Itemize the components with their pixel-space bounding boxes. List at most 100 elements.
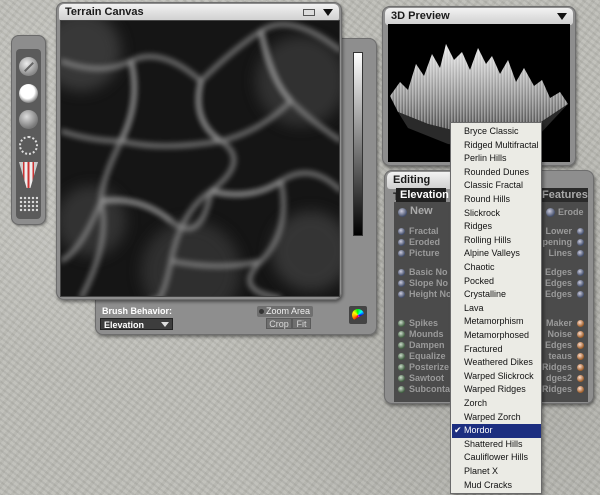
elevation-tool-left-10[interactable]: Posterize xyxy=(409,362,449,373)
chevron-down-icon xyxy=(161,322,169,327)
tool-bullet-icon xyxy=(577,228,584,235)
tool-bullet-icon xyxy=(398,250,405,257)
elevation-tool-left-11[interactable]: Sawtoot xyxy=(409,373,444,384)
elevation-tool-right-6[interactable]: Maker xyxy=(546,318,572,329)
tool-bullet-icon xyxy=(577,250,584,257)
elevation-tool-left-12[interactable]: Subconta xyxy=(409,384,450,395)
elevation-tool-left-7[interactable]: Mounds xyxy=(409,329,444,340)
brush-behavior-select[interactable]: Elevation xyxy=(100,318,173,330)
fit-button[interactable]: Fit xyxy=(292,318,311,329)
tool-bullet-icon xyxy=(398,239,405,246)
menu-item[interactable]: Ridges xyxy=(452,220,541,234)
gradient-brush-icon[interactable] xyxy=(19,162,38,188)
menu-item-label: Fractured xyxy=(464,343,503,354)
tab-elevation[interactable]: Elevation xyxy=(396,188,449,203)
menu-item[interactable]: Lava xyxy=(452,302,541,316)
elevation-tool-left-9[interactable]: Equalize xyxy=(409,351,446,362)
grid-icon[interactable] xyxy=(19,196,38,212)
menu-item[interactable]: Alpine Valleys xyxy=(452,247,541,261)
menu-item-label: Alpine Valleys xyxy=(464,248,520,259)
new-button[interactable]: New xyxy=(410,206,433,217)
elevation-tool-right-4[interactable]: Edges xyxy=(545,278,572,289)
menu-item[interactable]: Ridged Multifractal xyxy=(452,139,541,153)
menu-item[interactable]: Cauliflower Hills xyxy=(452,451,541,465)
color-map-icon[interactable] xyxy=(349,306,367,324)
menu-item[interactable]: Metamorphism xyxy=(452,315,541,329)
elevation-tool-right-3[interactable]: Edges xyxy=(545,267,572,278)
menu-item[interactable]: Weathered Dikes xyxy=(452,356,541,370)
elevation-tool-right-10[interactable]: Ridges xyxy=(542,362,572,373)
menu-item[interactable]: Perlin Hills xyxy=(452,152,541,166)
elevation-tool-right-11[interactable]: dges2 xyxy=(546,373,572,384)
soft-brush-icon[interactable] xyxy=(19,84,38,103)
elevation-tool-right-5[interactable]: Edges xyxy=(545,289,572,300)
elevation-tool-right-0[interactable]: Lower xyxy=(545,226,572,237)
elevation-tool-left-4[interactable]: Slope No xyxy=(409,278,448,289)
panel-menu-icon[interactable] xyxy=(323,9,333,16)
menu-item[interactable]: Warped Ridges xyxy=(452,383,541,397)
tool-bullet-icon xyxy=(398,291,405,298)
window-mode-icon[interactable] xyxy=(303,9,315,16)
menu-item[interactable]: Pocked xyxy=(452,275,541,289)
menu-item[interactable]: Chaotic xyxy=(452,261,541,275)
elevation-tool-right-2[interactable]: Lines xyxy=(548,248,572,259)
tool-bullet-icon xyxy=(398,331,405,338)
brush-tool-icon[interactable] xyxy=(19,57,38,76)
menu-item[interactable]: Bryce Classic xyxy=(452,125,541,139)
menu-item[interactable]: Planet X xyxy=(452,465,541,479)
menu-item[interactable]: Warped Slickrock xyxy=(452,370,541,384)
dotted-brush-icon[interactable] xyxy=(19,136,38,155)
menu-item-label: Metamorphism xyxy=(464,316,524,327)
menu-item[interactable]: Mud Cracks xyxy=(452,479,541,493)
menu-item-label: Ridged Multifractal xyxy=(464,139,539,150)
menu-item[interactable]: Zorch xyxy=(452,397,541,411)
elevation-tool-left-0[interactable]: Fractal xyxy=(409,226,439,237)
menu-item-label: Warped Zorch xyxy=(464,411,521,422)
elevation-tool-right-1[interactable]: pening xyxy=(543,237,573,248)
elevation-tool-right-8[interactable]: Edges xyxy=(545,340,572,351)
menu-item[interactable]: Rounded Dunes xyxy=(452,166,541,180)
elevation-tool-left-5[interactable]: Height No xyxy=(409,289,452,300)
zoom-area-button[interactable]: Zoom Area xyxy=(257,306,313,317)
menu-item[interactable]: Crystalline xyxy=(452,288,541,302)
terrain-canvas[interactable] xyxy=(60,20,340,297)
menu-item[interactable]: Round Hills xyxy=(452,193,541,207)
menu-item[interactable]: Warped Zorch xyxy=(452,411,541,425)
menu-item[interactable]: Classic Fractal xyxy=(452,179,541,193)
elevation-tool-right-12[interactable]: Ridges xyxy=(542,384,572,395)
tool-bullet-icon xyxy=(398,320,405,327)
elevation-tool-left-8[interactable]: Dampen xyxy=(409,340,445,351)
menu-item-label: Mud Cracks xyxy=(464,479,513,490)
menu-item[interactable]: Fractured xyxy=(452,343,541,357)
erode-button[interactable]: Erode xyxy=(558,207,584,218)
elevation-tool-left-6[interactable]: Spikes xyxy=(409,318,438,329)
menu-item[interactable]: Metamorphosed xyxy=(452,329,541,343)
menu-item-label: Ridges xyxy=(464,221,493,232)
panel-menu-icon[interactable] xyxy=(557,13,567,20)
menu-item[interactable]: Rolling Hills xyxy=(452,234,541,248)
menu-item-label: Warped Slickrock xyxy=(464,370,534,381)
menu-item[interactable]: Slickrock xyxy=(452,207,541,221)
menu-item[interactable]: ✔ Mordor xyxy=(452,424,541,438)
tool-bullet-icon xyxy=(577,386,584,393)
menu-item-label: Shattered Hills xyxy=(464,438,523,449)
elevation-tool-left-3[interactable]: Basic No xyxy=(409,267,448,278)
sphere-brush-icon[interactable] xyxy=(19,110,38,129)
menu-item[interactable]: Shattered Hills xyxy=(452,438,541,452)
editing-tools-titlebar[interactable]: Editing Tools xyxy=(387,172,457,203)
elevation-tool-right-7[interactable]: Noise xyxy=(547,329,572,340)
menu-item-label: Slickrock xyxy=(464,207,501,218)
elevation-tool-left-2[interactable]: Picture xyxy=(409,248,440,259)
tool-bullet-icon xyxy=(577,239,584,246)
brush-behavior-value: Elevation xyxy=(104,320,145,330)
tool-bullet-icon xyxy=(577,320,584,327)
tab-features[interactable]: Features xyxy=(538,188,588,203)
tool-bullet-icon xyxy=(398,386,405,393)
terrain-canvas-titlebar[interactable]: Terrain Canvas xyxy=(59,4,339,21)
gradient-bar[interactable] xyxy=(353,52,363,236)
elevation-tool-left-1[interactable]: Eroded xyxy=(409,237,440,248)
preview-titlebar[interactable]: 3D Preview xyxy=(385,8,573,25)
menu-item-label: Bryce Classic xyxy=(464,126,519,136)
elevation-tool-right-9[interactable]: teaus xyxy=(548,351,572,362)
crop-button[interactable]: Crop xyxy=(266,318,292,329)
